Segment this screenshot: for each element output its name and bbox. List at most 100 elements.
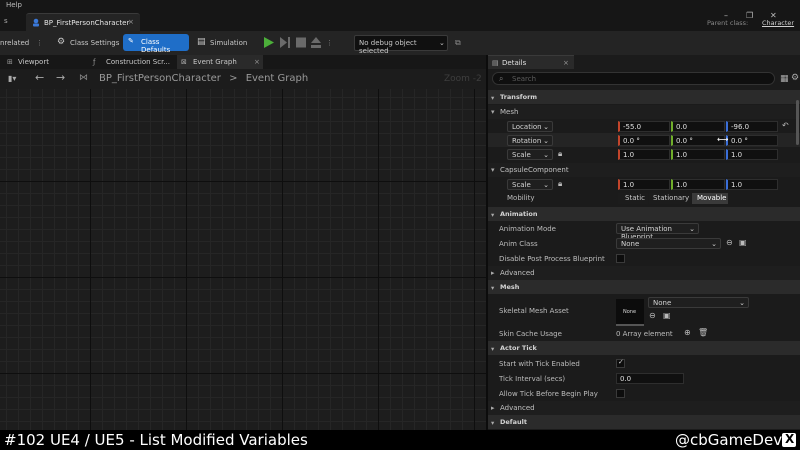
class-settings-button[interactable]: Class Settings bbox=[70, 39, 119, 47]
subsection-advanced-tick[interactable]: ▸ Advanced bbox=[488, 401, 800, 415]
animation-mode-label: Animation Mode bbox=[499, 225, 556, 233]
use-selected-icon[interactable]: ⊖ bbox=[649, 311, 656, 320]
tab-event-graph[interactable]: ⊠ Event Graph × bbox=[177, 55, 263, 69]
mobility-stationary[interactable]: Stationary bbox=[649, 193, 691, 204]
document-tab-strip: s BP_FirstPersonCharacter × – ❐ ✕ Parent… bbox=[0, 11, 800, 31]
play-icon[interactable] bbox=[264, 37, 274, 48]
collapse-arrow-icon: ▾ bbox=[491, 94, 495, 102]
section-actor-tick[interactable]: ▾ Actor Tick bbox=[488, 341, 800, 355]
animation-mode-dropdown[interactable]: Use Animation Blueprint ⌄ bbox=[616, 223, 699, 241]
details-search-input[interactable]: ⌕ Search bbox=[492, 72, 775, 85]
use-selected-icon[interactable]: ⊖ bbox=[726, 238, 733, 247]
editor-tabs: ⊞ Viewport ƒ Construction Scr... ⊠ Event… bbox=[0, 55, 486, 69]
lock-icon[interactable]: 🔒︎ bbox=[558, 149, 562, 159]
bookmark-icon[interactable]: ▮▾ bbox=[8, 74, 16, 83]
subsection-advanced[interactable]: ▸ Advanced bbox=[488, 266, 800, 280]
subsection-mesh[interactable]: ▾ Mesh bbox=[488, 105, 800, 119]
rotation-x-field[interactable]: 0.0 ° bbox=[618, 135, 670, 146]
select-object-icon[interactable]: ⧉ bbox=[455, 38, 461, 48]
chevron-down-icon: ⌄ bbox=[711, 240, 717, 248]
browse-folder-icon[interactable]: ▣ bbox=[663, 311, 671, 320]
play-options-icon[interactable]: ⋮ bbox=[326, 39, 333, 47]
location-z-field[interactable]: -96.0 bbox=[726, 121, 778, 132]
capsule-scale-y-field[interactable]: 1.0 bbox=[671, 179, 725, 190]
tab-bp-first-person-character[interactable]: BP_FirstPersonCharacter × bbox=[26, 13, 140, 31]
capsule-scale-mode-dropdown[interactable]: Scale ⌄ bbox=[507, 179, 553, 190]
tick-interval-value: 0.0 bbox=[620, 375, 632, 383]
section-default-title: Default bbox=[500, 418, 527, 426]
capsule-scale-x-field[interactable]: 1.0 bbox=[618, 179, 670, 190]
section-mesh-title: Mesh bbox=[500, 283, 520, 291]
breadcrumb-root[interactable]: BP_FirstPersonCharacter bbox=[99, 73, 221, 84]
scale-x-field[interactable]: 1.0 bbox=[618, 149, 670, 160]
scale-label: Scale bbox=[512, 151, 531, 159]
close-tab-icon[interactable]: × bbox=[254, 58, 260, 66]
rotation-x-value: 0.0 ° bbox=[623, 137, 640, 145]
add-element-icon[interactable]: ⊕ bbox=[684, 328, 691, 337]
chevron-down-icon: ⌄ bbox=[439, 39, 445, 47]
anim-class-dropdown[interactable]: None ⌄ bbox=[616, 238, 721, 249]
subsection-capsule-component[interactable]: ▾ CapsuleComponent bbox=[488, 163, 800, 177]
section-transform[interactable]: ▾ Transform bbox=[488, 90, 800, 104]
rotation-mode-dropdown[interactable]: Rotation ⌄ bbox=[507, 135, 553, 146]
parent-class-link[interactable]: Character bbox=[762, 19, 794, 27]
advanced-title: Advanced bbox=[500, 269, 535, 277]
close-tab-icon[interactable]: × bbox=[128, 18, 134, 26]
settings-icon[interactable]: ⚙ bbox=[791, 73, 799, 83]
tab-viewport[interactable]: ⊞ Viewport bbox=[0, 55, 88, 69]
gear-icon: ⚙ bbox=[57, 37, 66, 47]
skin-cache-label: Skin Cache Usage bbox=[499, 330, 562, 338]
tab-details[interactable]: ▤ Details × bbox=[488, 55, 574, 69]
more-options-icon[interactable]: ⋮ bbox=[36, 39, 43, 47]
class-defaults-button[interactable]: ✎ Class Defaults bbox=[123, 34, 189, 54]
reset-to-default-icon[interactable]: ↶ bbox=[782, 121, 789, 130]
rotation-z-field[interactable]: 0.0 ° bbox=[726, 135, 778, 146]
allow-tick-checkbox[interactable] bbox=[616, 389, 625, 398]
section-mesh[interactable]: ▾ Mesh bbox=[488, 280, 800, 294]
debug-object-dropdown[interactable]: No debug object selected ⌄ bbox=[354, 35, 448, 55]
back-arrow-icon[interactable]: ← bbox=[35, 71, 44, 84]
section-default[interactable]: ▾ Default bbox=[488, 415, 800, 429]
start-tick-checkbox[interactable]: ✓ bbox=[616, 358, 625, 368]
section-transform-title: Transform bbox=[500, 93, 538, 101]
event-graph-canvas[interactable] bbox=[0, 89, 486, 430]
advanced-tick-title: Advanced bbox=[500, 404, 535, 412]
forward-arrow-icon[interactable]: → bbox=[56, 71, 65, 84]
simulation-button[interactable]: Simulation bbox=[210, 39, 247, 47]
mobility-movable[interactable]: Movable bbox=[692, 193, 728, 204]
section-animation[interactable]: ▾ Animation bbox=[488, 207, 800, 221]
scale-z-field[interactable]: 1.0 bbox=[726, 149, 778, 160]
lock-icon[interactable]: 🔒︎ bbox=[558, 179, 562, 189]
step-forward-icon[interactable] bbox=[280, 37, 290, 48]
breadcrumb-leaf[interactable]: Event Graph bbox=[246, 73, 309, 84]
menu-help[interactable]: Help bbox=[6, 1, 22, 9]
chevron-down-icon: ⌄ bbox=[543, 137, 549, 145]
scale-mode-dropdown[interactable]: Scale ⌄ bbox=[507, 149, 553, 160]
location-x-field[interactable]: -55.0 bbox=[618, 121, 670, 132]
anim-class-value: None bbox=[621, 240, 640, 248]
details-scrollbar[interactable] bbox=[796, 100, 799, 145]
browse-folder-icon[interactable]: ▣ bbox=[739, 238, 747, 247]
skeletal-mesh-dropdown[interactable]: None ⌄ bbox=[648, 297, 749, 308]
zoom-level: Zoom -2 bbox=[444, 74, 482, 84]
eject-icon[interactable] bbox=[311, 37, 321, 48]
mobility-static[interactable]: Static bbox=[618, 193, 648, 204]
subsection-mesh-title: Mesh bbox=[500, 108, 519, 116]
collapse-arrow-icon: ▾ bbox=[491, 108, 495, 116]
location-mode-dropdown[interactable]: Location ⌄ bbox=[507, 121, 553, 132]
trash-icon[interactable]: 🗑︎ bbox=[698, 328, 708, 337]
tick-interval-field[interactable]: 0.0 bbox=[616, 373, 684, 384]
location-y-field[interactable]: 0.0 bbox=[671, 121, 725, 132]
unrelated-toggle[interactable]: nrelated bbox=[0, 39, 29, 47]
skeletal-mesh-thumbnail[interactable]: None bbox=[616, 299, 644, 326]
collapse-arrow-icon: ▾ bbox=[491, 284, 495, 292]
capsule-scale-z-field[interactable]: 1.0 bbox=[726, 179, 778, 190]
property-matrix-icon[interactable]: ▦ bbox=[780, 74, 789, 84]
scale-y-field[interactable]: 1.0 bbox=[671, 149, 725, 160]
disable-pp-checkbox[interactable] bbox=[616, 254, 625, 263]
tab-construction-script[interactable]: ƒ Construction Scr... bbox=[90, 55, 176, 69]
capsule-scale-label: Scale bbox=[512, 181, 531, 189]
close-tab-icon[interactable]: × bbox=[563, 59, 569, 67]
mobility-label: Mobility bbox=[507, 194, 535, 202]
stop-icon[interactable] bbox=[296, 37, 306, 48]
